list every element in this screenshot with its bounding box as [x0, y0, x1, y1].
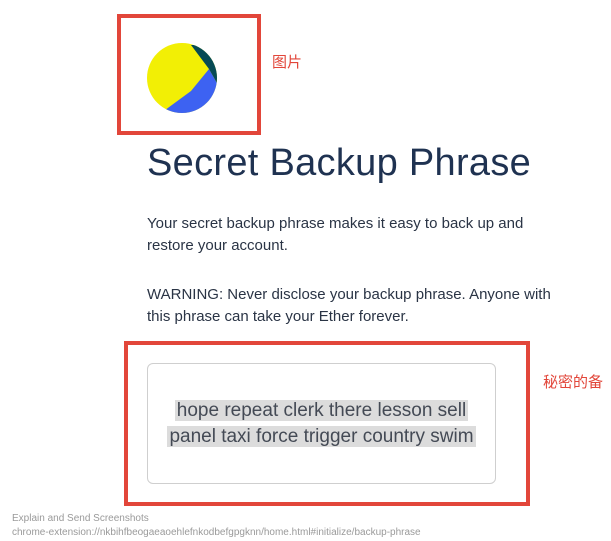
- backup-description-text: Your secret backup phrase makes it easy …: [147, 215, 524, 254]
- secret-phrase-box[interactable]: hope repeat clerk there lesson sell pane…: [147, 363, 496, 484]
- identicon-avatar-icon: [147, 43, 217, 113]
- page-title: Secret Backup Phrase: [147, 142, 532, 184]
- secret-phrase-words[interactable]: hope repeat clerk there lesson sell pane…: [167, 399, 476, 447]
- page-url: chrome-extension://nkbihfbeogaeaoehlefnk…: [12, 527, 421, 538]
- screenshot-caption: Explain and Send Screenshots: [12, 513, 149, 524]
- phrase-annotation-label: 秘密的备: [543, 374, 604, 391]
- image-annotation-label: 图片: [272, 54, 303, 71]
- secret-phrase-text[interactable]: hope repeat clerk there lesson sell pane…: [162, 398, 481, 450]
- backup-warning-text: WARNING: Never disclose your backup phra…: [147, 286, 551, 325]
